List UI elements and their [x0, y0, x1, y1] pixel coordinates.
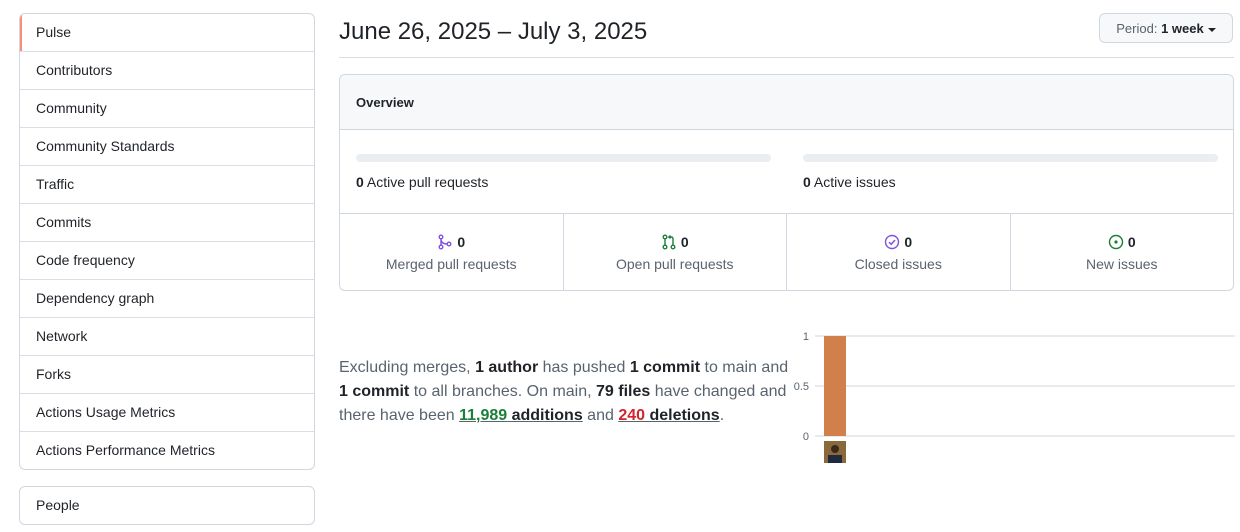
commit-summary: Excluding merges, 1 author has pushed 1 … — [339, 356, 791, 428]
deletions-link[interactable]: 240 deletions — [618, 407, 719, 424]
open-prs-label: Open pull requests — [615, 256, 734, 272]
sidebar-item-dependency-graph[interactable]: Dependency graph — [20, 279, 314, 317]
overview-panel: Overview 0 Active pull requests 0 Active… — [339, 74, 1234, 291]
author-count: 1 author — [475, 359, 539, 376]
summary-text: to main and — [700, 359, 789, 376]
summary-text: Excluding merges, — [339, 359, 476, 376]
sidebar-item-forks[interactable]: Forks — [20, 355, 314, 393]
active-prs-label: Active pull requests — [366, 174, 489, 190]
merged-pr-icon — [438, 234, 452, 250]
deletions-count: 240 — [618, 407, 646, 424]
open-prs-count: 0 — [680, 234, 689, 250]
active-issues-bar — [803, 154, 1218, 162]
commits-all-count: 1 commit — [339, 383, 410, 400]
sidebar-item-traffic[interactable]: Traffic — [20, 165, 314, 203]
sidebar-item-community-standards[interactable]: Community Standards — [20, 127, 314, 165]
summary-text: to all branches. On main, — [409, 383, 597, 400]
closed-issues-count: 0 — [904, 234, 913, 250]
header-divider — [339, 57, 1234, 58]
y-tick-label: 0 — [803, 431, 809, 443]
y-tick-label: 0.5 — [794, 381, 809, 393]
summary-text: and — [582, 407, 619, 424]
active-prs-link[interactable]: 0 Active pull requests — [356, 174, 488, 190]
active-issues-label: Active issues — [813, 174, 896, 190]
overview-stats: 0 Merged pull requests 0 Open pull reque… — [340, 214, 1234, 290]
sidebar-item-actions-performance-metrics[interactable]: Actions Performance Metrics — [20, 431, 314, 469]
active-prs-count: 0 — [356, 174, 364, 190]
period-value: 1 week — [1161, 21, 1204, 36]
period-dropdown-button[interactable]: Period: 1 week — [1099, 13, 1233, 43]
sidebar-item-code-frequency[interactable]: Code frequency — [20, 241, 314, 279]
stat-merged-prs[interactable]: 0 Merged pull requests — [340, 214, 563, 290]
active-issues-count: 0 — [803, 174, 811, 190]
commits-by-author-chart: 00.51 — [794, 331, 1235, 463]
stat-new-issues[interactable]: 0 New issues — [1009, 214, 1234, 290]
additions-count: 11,989 — [459, 407, 508, 424]
sidebar-item-community[interactable]: Community — [20, 89, 314, 127]
closed-issues-label: Closed issues — [854, 256, 942, 272]
overview-title: Overview — [340, 75, 1233, 130]
insights-sidebar-menu: Pulse Contributors Community Community Stan… — [19, 13, 315, 470]
open-pr-icon — [662, 234, 676, 250]
stat-closed-issues[interactable]: 0 Closed issues — [786, 214, 1010, 290]
page-title: June 26, 2025 – July 3, 2025 — [339, 18, 648, 45]
stat-open-prs[interactable]: 0 Open pull requests — [562, 214, 787, 290]
sidebar-item-contributors[interactable]: Contributors — [20, 51, 314, 89]
new-issue-icon — [1108, 234, 1124, 250]
avatar[interactable] — [824, 441, 846, 463]
summary-text: has pushed — [538, 359, 630, 376]
people-menu: People — [19, 486, 315, 525]
period-label: Period: — [1116, 21, 1158, 36]
additions-link[interactable]: 11,989 additions — [459, 407, 583, 424]
merged-prs-label: Merged pull requests — [385, 256, 517, 272]
caret-down-icon — [1207, 27, 1216, 32]
new-issues-count: 0 — [1127, 234, 1136, 250]
sidebar-item-pulse[interactable]: Pulse — [20, 14, 314, 51]
sidebar-item-people[interactable]: People — [20, 487, 314, 524]
closed-issue-icon — [885, 234, 900, 250]
sidebar-item-commits[interactable]: Commits — [20, 203, 314, 241]
summary-text: . — [719, 407, 725, 424]
y-tick-label: 1 — [803, 331, 809, 343]
sidebar-item-actions-usage-metrics[interactable]: Actions Usage Metrics — [20, 393, 314, 431]
commits-main-count: 1 commit — [629, 359, 701, 376]
files-changed-count: 79 files — [596, 383, 651, 400]
active-prs-bar — [356, 154, 771, 162]
sidebar-item-network[interactable]: Network — [20, 317, 314, 355]
commit-bar[interactable] — [824, 336, 846, 436]
merged-prs-count: 0 — [457, 234, 466, 250]
additions-word: additions — [507, 407, 583, 424]
active-issues-link[interactable]: 0 Active issues — [803, 174, 896, 190]
overview-active-summary: 0 Active pull requests 0 Active issues — [340, 130, 1233, 214]
new-issues-label: New issues — [1085, 256, 1158, 272]
deletions-word: deletions — [645, 407, 720, 424]
